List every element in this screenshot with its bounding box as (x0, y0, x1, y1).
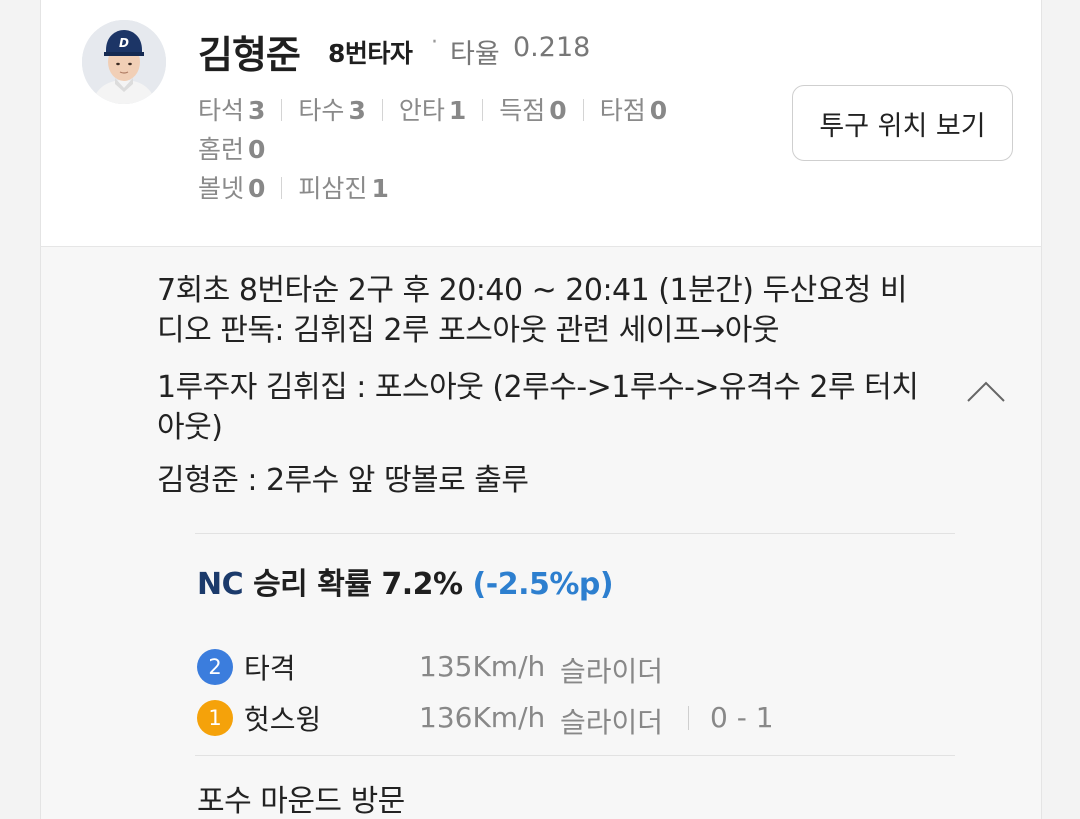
win-probability-team: NC (197, 567, 244, 602)
player-avatar: D (82, 20, 166, 104)
stats-line-2: 홈런 0 (198, 130, 265, 166)
stat-at-bats: 타수 3 (298, 91, 365, 127)
stat-hits: 안타 1 (399, 91, 466, 127)
stat-divider (281, 177, 283, 199)
stat-value: 0 (248, 135, 266, 164)
play-description-batter: 김형준 : 2루수 앞 땅볼로 출루 (157, 463, 529, 498)
pitch-speed: 136Km/h (419, 701, 546, 734)
win-probability: NC 승리 확률 7.2% (-2.5%p) (197, 559, 614, 603)
view-pitch-location-button[interactable]: 투구 위치 보기 (792, 85, 1013, 161)
stat-label: 타수 (298, 96, 345, 125)
stat-runs: 득점 0 (499, 91, 566, 127)
chevron-up-icon (967, 381, 1005, 402)
win-probability-text: 승리 확률 7.2% (253, 567, 463, 602)
stat-value: 3 (248, 96, 266, 125)
stat-label: 타점 (599, 96, 646, 125)
header-separator: · (431, 30, 438, 55)
collapse-button[interactable] (965, 372, 1007, 412)
pitch-type: 슬라이더 (560, 706, 664, 739)
stat-divider (482, 99, 484, 121)
stat-divider (582, 99, 584, 121)
pitch-speed: 135Km/h (419, 650, 546, 683)
stat-label: 안타 (398, 96, 445, 125)
section-divider (195, 533, 955, 534)
pitch-count: 0 - 1 (710, 701, 774, 734)
stat-value: 0 (248, 174, 266, 203)
stat-home-runs: 홈런 0 (198, 130, 265, 166)
player-name: 김형준 (198, 33, 301, 77)
stats-line-3: 볼넷 0 피삼진 1 (198, 169, 389, 205)
svg-text:D: D (119, 36, 129, 50)
win-probability-diff: (-2.5%p) (472, 567, 614, 602)
page: D 김형준 8번타자 · 타율 0.218 타석 3 타수 3 안타 1 득점 0 타점 0 홈런… (0, 0, 1080, 819)
stat-value: 1 (371, 174, 389, 203)
player-card: D 김형준 8번타자 · 타율 0.218 타석 3 타수 3 안타 1 득점 0 타점 0 홈런… (40, 0, 1042, 247)
stat-label: 볼넷 (198, 174, 245, 203)
stat-plate-appearances: 타석 3 (198, 91, 265, 127)
stat-label: 홈런 (198, 135, 245, 164)
batting-order: 8번타자 (328, 39, 413, 68)
stat-value: 1 (448, 96, 467, 125)
stat-walks: 볼넷 0 (198, 169, 265, 205)
pitch-result: 헛스윙 (244, 703, 322, 736)
stat-label: 득점 (499, 96, 546, 125)
pitch-result: 타격 (244, 652, 296, 685)
stat-rbi: 타점 0 (600, 91, 667, 127)
play-description-runner: 1루주자 김휘집 : 포스아웃 (2루수->1루수->유격수 2루 터치아웃) (157, 370, 919, 445)
pitch-number-badge: 2 (197, 649, 233, 685)
pitch-count-divider (688, 706, 689, 730)
pitch-type: 슬라이더 (560, 655, 664, 688)
stat-value: 3 (348, 96, 366, 125)
pitch-row: 2 타격 135Km/h 슬라이더 (197, 647, 957, 688)
stat-strikeouts: 피삼진 1 (298, 169, 388, 205)
play-description-video-review: 7회초 8번타순 2구 후 20:40 ~ 20:41 (1분간) 두산요청 비… (157, 273, 908, 348)
player-photo-icon: D (82, 20, 166, 104)
pitch-number-badge: 1 (197, 700, 233, 736)
pitch-row: 1 헛스윙 136Km/h 슬라이더 0 - 1 (197, 698, 957, 739)
catcher-mound-visit: 포수 마운드 방문 (197, 784, 405, 819)
stat-value: 0 (549, 96, 567, 125)
stats-line-1: 타석 3 타수 3 안타 1 득점 0 타점 0 (198, 91, 667, 127)
stat-label: 타석 (198, 96, 245, 125)
stat-divider (381, 99, 383, 121)
stat-label: 피삼진 (298, 174, 368, 203)
stat-value: 0 (649, 96, 668, 125)
batting-average-label: 타율 (450, 39, 500, 70)
section-divider (195, 755, 955, 756)
batting-average-value: 0.218 (513, 32, 591, 63)
stat-divider (281, 99, 283, 121)
